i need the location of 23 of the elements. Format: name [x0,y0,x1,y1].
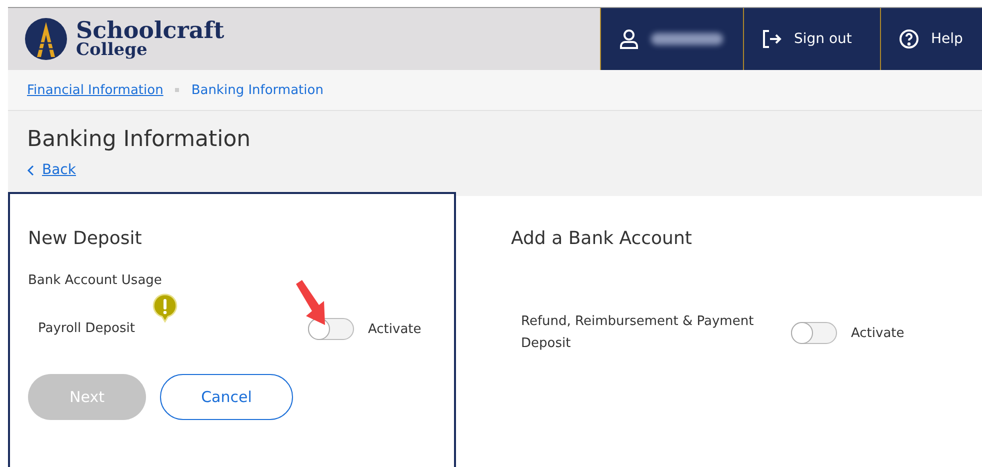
option-label: Refund, Reimbursement & Payment Deposit [521,313,755,353]
logo-name: Schoolcraft [76,19,224,42]
option-label: Payroll Deposit [38,320,136,338]
logo-subname: College [76,42,148,59]
page-title: Banking Information [27,127,252,152]
breadcrumb-link[interactable]: Banking Information [191,82,324,98]
section-title: Add a Bank Account [511,228,693,249]
sign-out-icon [762,30,782,48]
section-label: Bank Account Usage [28,273,163,288]
back-link[interactable]: Back [27,162,982,178]
warning-marker-icon [152,293,178,323]
user-icon [619,29,639,49]
help-icon [899,29,919,49]
toggle-label: Activate [368,322,422,336]
breadcrumb-link[interactable]: Financial Information [27,82,164,98]
toggle-switch[interactable] [791,322,837,344]
toggle-switch[interactable] [308,318,354,340]
chevron-left-icon [27,164,34,176]
cancel-button[interactable]: Cancel [160,374,293,420]
logo-icon [24,17,68,61]
card-title: New Deposit [28,228,143,249]
blurred-username [651,33,723,45]
toggle-label: Activate [851,326,904,340]
